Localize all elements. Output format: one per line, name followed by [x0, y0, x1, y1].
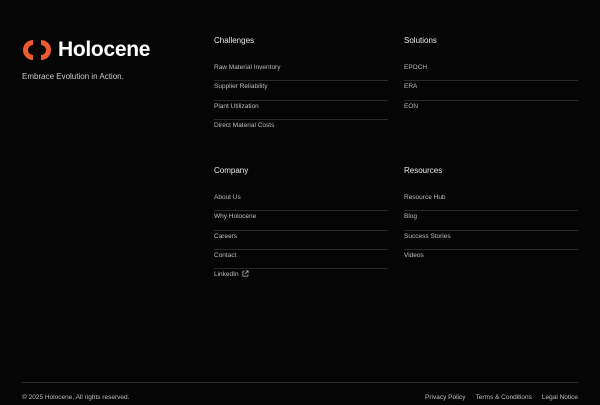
resources-column: Resources Resource Hub Blog Success Stor…: [404, 166, 578, 269]
link-era[interactable]: ERA: [404, 81, 578, 101]
resources-heading: Resources: [404, 166, 443, 175]
link-videos[interactable]: Videos: [404, 250, 578, 269]
tagline: Embrace Evolution in Action.: [22, 72, 124, 81]
link-raw-material-inventory[interactable]: Raw Material Inventory: [214, 62, 388, 82]
brand: Holocene Embrace Evolution in Action.: [22, 38, 150, 81]
solutions-heading: Solutions: [404, 36, 437, 45]
link-about-us[interactable]: About Us: [214, 192, 388, 212]
link-eon[interactable]: EON: [404, 101, 578, 120]
company-column: Company About Us Why Holocene Careers Co…: [214, 166, 388, 288]
copyright: © 2025 Holocene. All rights reserved.: [22, 394, 130, 401]
legal-links: Privacy Policy Terms & Conditions Legal …: [415, 394, 578, 401]
footer-bar: © 2025 Holocene. All rights reserved. Pr…: [22, 382, 578, 405]
brand-name: Holocene: [58, 38, 151, 61]
legal-notice-link[interactable]: Legal Notice: [542, 394, 578, 401]
link-plant-utilization[interactable]: Plant Utilization: [214, 101, 388, 120]
link-linkedin[interactable]: LinkedIn: [214, 269, 388, 288]
logo[interactable]: Holocene: [22, 38, 150, 62]
link-contact[interactable]: Contact: [214, 250, 388, 269]
holocene-logo-icon: [23, 40, 51, 60]
external-link-icon: [242, 270, 249, 277]
link-success-stories[interactable]: Success Stories: [404, 231, 578, 250]
terms-conditions-link[interactable]: Terms & Conditions: [476, 394, 532, 401]
link-careers[interactable]: Careers: [214, 231, 388, 250]
link-blog[interactable]: Blog: [404, 211, 578, 231]
linkedin-label: LinkedIn: [214, 271, 239, 278]
link-resource-hub[interactable]: Resource Hub: [404, 192, 578, 212]
company-heading: Company: [214, 166, 249, 175]
link-epoch[interactable]: EPOCH: [404, 62, 578, 82]
privacy-policy-link[interactable]: Privacy Policy: [425, 394, 465, 401]
link-direct-material-costs[interactable]: Direct Material Costs: [214, 120, 388, 139]
challenges-heading: Challenges: [214, 36, 255, 45]
link-supplier-reliability[interactable]: Supplier Reliability: [214, 81, 388, 101]
challenges-column: Challenges Raw Material Inventory Suppli…: [214, 36, 388, 139]
solutions-column: Solutions EPOCH ERA EON: [404, 36, 578, 120]
link-why-holocene[interactable]: Why Holocene: [214, 211, 388, 231]
